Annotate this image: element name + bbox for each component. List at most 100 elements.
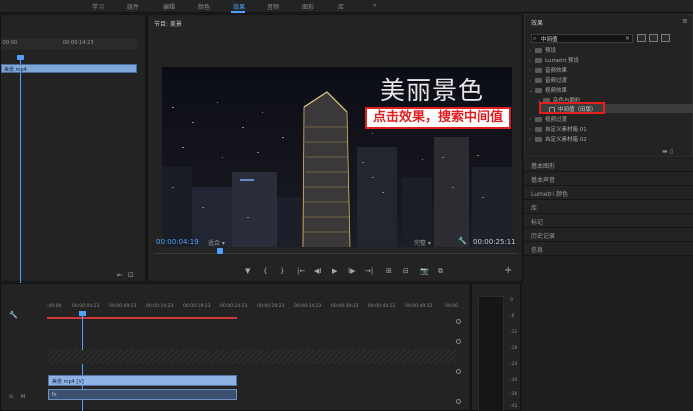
source-clip[interactable]: 美景.mp4 <box>1 64 137 73</box>
workspace-more-button[interactable]: » <box>373 2 377 9</box>
ruler-tick: 00:00:09:23 <box>109 304 137 309</box>
panel-label: 基本声音 <box>531 177 556 184</box>
search-icon: ⌕ <box>533 35 537 42</box>
tab-color[interactable]: 颜色 <box>198 2 210 11</box>
playback-scrub-bar[interactable] <box>154 253 518 261</box>
panel-menu-icon[interactable]: ≡ <box>682 17 688 25</box>
effects-search[interactable]: ⌕ × <box>531 34 633 43</box>
tab-assembly[interactable]: 组件 <box>127 2 139 11</box>
work-area-bar[interactable] <box>47 317 237 319</box>
panel-lumetri-color[interactable]: Lumetri 颜色 <box>524 186 693 200</box>
step-back-button[interactable]: ◀I <box>314 267 321 275</box>
add-marker-button[interactable]: ▼ <box>245 267 250 275</box>
lift-button[interactable]: ⊞ <box>386 267 392 275</box>
tab-audio[interactable]: 音频 <box>267 2 279 11</box>
ruler-tick: 00:00 <box>445 304 458 309</box>
go-to-in-button[interactable]: |← <box>297 267 305 275</box>
32bit-effects-icon[interactable] <box>649 34 658 42</box>
add-button[interactable]: + <box>504 265 512 276</box>
tree-item-video-effects[interactable]: ⌄ 视频效果 <box>529 86 567 94</box>
timeline-ruler[interactable]: :00:00 00:00:04:23 00:00:09:23 00:00:14:… <box>47 303 471 313</box>
zoom-fit-value: 适合 <box>208 240 221 247</box>
extract-button[interactable]: ⊟ <box>403 267 409 275</box>
tree-item-label: 音频过渡 <box>545 78 568 84</box>
compare-button[interactable]: ⧉ <box>438 267 443 276</box>
tree-item-audio-transitions[interactable]: › 音频过渡 <box>529 76 567 84</box>
panel-essential-sound[interactable]: 基本声音 <box>524 172 693 186</box>
tab-graphics[interactable]: 图形 <box>302 2 314 11</box>
timeline-settings-icon[interactable]: 🔧 <box>9 311 18 319</box>
track-mute-icon[interactable]: M <box>21 394 25 400</box>
scroll-handle[interactable] <box>456 399 461 404</box>
go-to-out-button[interactable]: →| <box>365 267 373 275</box>
folder-icon <box>535 78 542 83</box>
video-clip[interactable]: 美景.mp4 [V] <box>48 375 237 386</box>
ruler-tick: :00:00 <box>47 304 62 309</box>
tree-item-label: Lumetri 预设 <box>545 58 579 64</box>
scroll-handle[interactable] <box>456 369 461 374</box>
source-time-ruler[interactable]: :00:00 00:00:14:23 <box>1 39 137 49</box>
tree-item-presets[interactable]: › 预设 <box>529 46 556 54</box>
clear-search-icon[interactable]: × <box>625 35 630 42</box>
active-tab-indicator <box>231 11 245 13</box>
tab-editing[interactable]: 编辑 <box>163 2 175 11</box>
tree-item-custom-bin-02[interactable]: › 自定义素材箱 02 <box>529 135 587 143</box>
export-frame-button[interactable]: 📷 <box>420 267 429 275</box>
new-bin-icon[interactable]: ▬ ▯ <box>662 148 673 155</box>
empty-track-area <box>47 350 457 364</box>
mark-in-button[interactable]: { <box>263 267 267 275</box>
scrub-handle[interactable] <box>217 248 223 254</box>
panel-label: 标记 <box>531 219 544 226</box>
yuv-effects-icon[interactable] <box>661 34 670 42</box>
panel-info[interactable]: 信息 <box>524 242 693 256</box>
ruler-tick: 00:00:19:23 <box>183 304 211 309</box>
step-forward-button[interactable]: I▶ <box>348 267 355 275</box>
tree-item-audio-effects[interactable]: › 音频效果 <box>529 66 567 74</box>
tree-item-video-transitions[interactable]: › 视频过渡 <box>529 115 567 123</box>
folder-icon <box>535 68 542 73</box>
wrench-icon[interactable]: 🔧 <box>458 237 467 245</box>
panel-history[interactable]: 历史记录 <box>524 228 693 242</box>
tab-learn[interactable]: 学习 <box>92 2 104 11</box>
folder-icon <box>535 137 542 142</box>
duration-timecode: 00:00:25:11 <box>473 238 516 246</box>
current-timecode[interactable]: 00:00:04:19 <box>156 238 199 246</box>
audio-clip[interactable]: fx <box>48 389 237 400</box>
program-title[interactable]: 节目: 美景 <box>154 19 182 28</box>
settings-icon[interactable]: ⊡ <box>128 271 134 279</box>
effects-panel-title[interactable]: 效果 <box>531 18 543 27</box>
ruler-tick: 00:00:49:22 <box>405 304 433 309</box>
program-monitor: 节目: 美景 美丽景色 点击效果，搜索中间值 00:00:04:19 适合 ▾ … <box>147 14 523 282</box>
video-overlay-title: 美丽景色 <box>380 76 485 105</box>
timeline-vertical-scrollbar[interactable] <box>456 319 462 409</box>
effects-panel: 效果 ≡ ⌕ × ›预设 ›Lumetri 预设 ›音频效果 ›音频过渡 ⌄视频… <box>524 14 693 157</box>
panel-essential-graphics[interactable]: 基本图形 <box>524 158 693 172</box>
panel-label: 历史记录 <box>531 233 556 240</box>
panel-libraries[interactable]: 库 <box>524 200 693 214</box>
empty-panel-area <box>524 256 693 411</box>
tab-libraries[interactable]: 库 <box>338 2 344 11</box>
source-clip-label: 美景.mp4 <box>4 67 27 73</box>
scroll-handle[interactable] <box>456 339 461 344</box>
meter-label: 0 <box>510 298 513 303</box>
highlight-box <box>539 102 605 114</box>
play-button[interactable]: ▶ <box>332 267 337 275</box>
source-panel: :00:00 00:00:14:23 美景.mp4 ⇤ ⊡ <box>0 14 146 283</box>
tab-effects[interactable]: 效果 <box>233 2 245 11</box>
tree-item-lumetri-presets[interactable]: › Lumetri 预设 <box>529 56 579 64</box>
track-lock-icon[interactable]: ⊙ <box>9 394 13 400</box>
panel-markers[interactable]: 标记 <box>524 214 693 228</box>
scroll-handle[interactable] <box>456 319 461 324</box>
export-frame-icon[interactable]: ⇤ <box>117 271 123 279</box>
meter-label: -12 <box>510 330 518 335</box>
meter-label: -42 <box>510 404 518 409</box>
tree-item-custom-bin-01[interactable]: › 自定义素材箱 01 <box>529 125 587 133</box>
zoom-fit-select[interactable]: 适合 ▾ <box>208 238 225 247</box>
mark-out-button[interactable]: } <box>280 267 284 275</box>
transport-controls: ▼ { } |← ◀I ▶ I▶ →| ⊞ ⊟ 📷 ⧉ <box>148 265 524 279</box>
tree-item-label: 自定义素材箱 02 <box>545 137 587 143</box>
timeline-panel: 🔧 :00:00 00:00:04:23 00:00:09:23 00:00:1… <box>0 283 470 411</box>
playback-quality-select[interactable]: 完整 ▾ <box>414 238 431 247</box>
effects-search-input[interactable] <box>541 35 621 42</box>
accelerated-effects-icon[interactable] <box>637 34 646 42</box>
